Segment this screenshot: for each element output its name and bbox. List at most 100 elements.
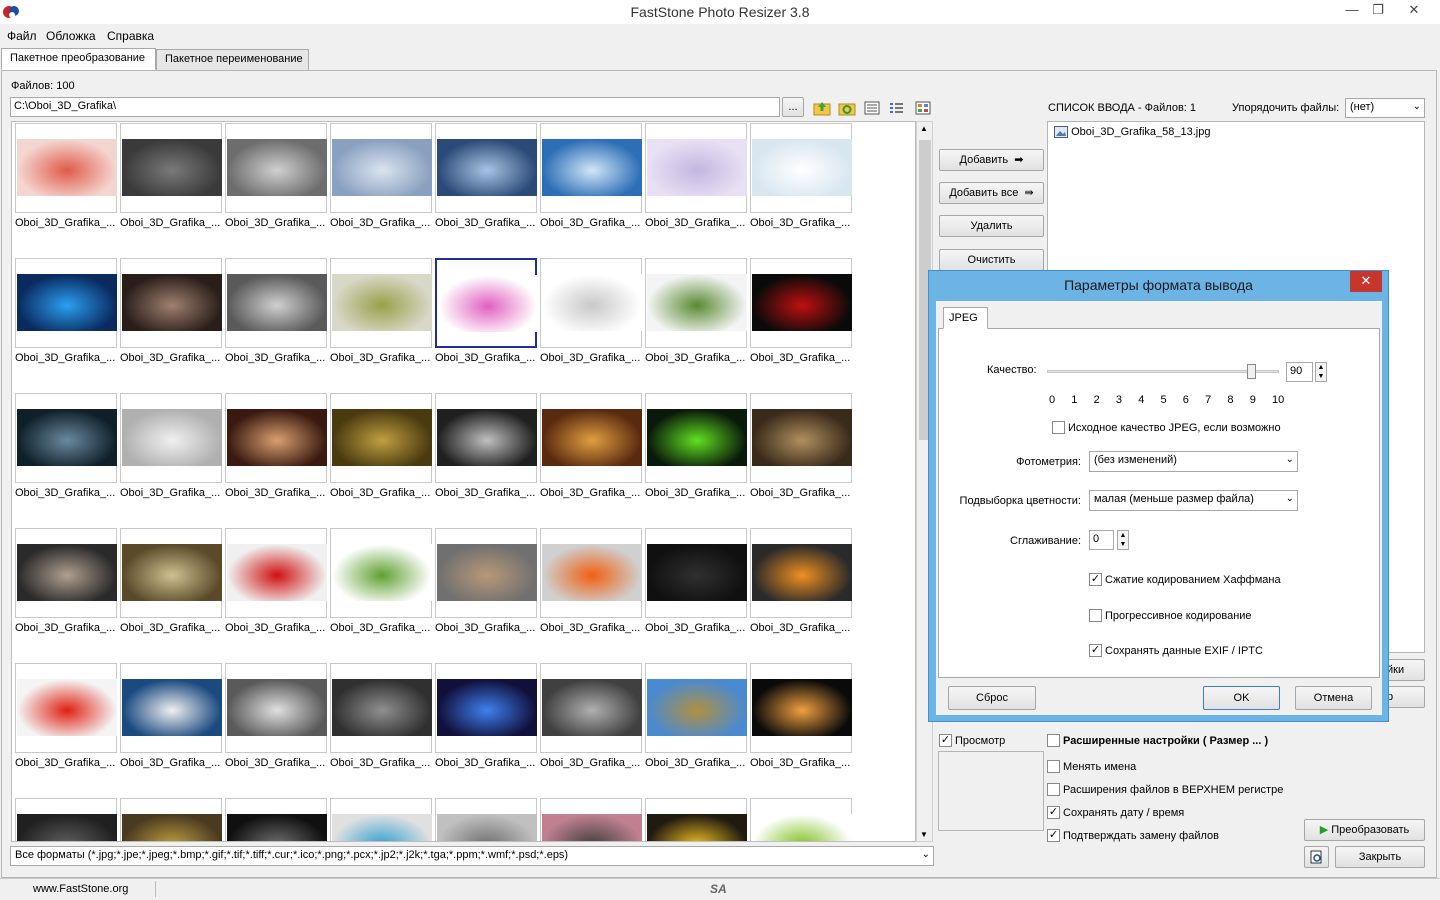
quality-scale-tick: 8 <box>1227 394 1234 406</box>
thumbnail-caption: Oboi_3D_Grafika_... <box>330 217 431 229</box>
thumbnail-image <box>332 679 432 736</box>
subsampling-label: Подвыборка цветности: <box>959 495 1081 507</box>
tab-jpeg[interactable]: JPEG <box>943 307 988 329</box>
reset-button[interactable]: Сброс <box>948 686 1036 710</box>
thumbnail-browser[interactable]: Oboi_3D_Grafika_... Oboi_3D_Grafika_... Ob… <box>11 121 916 842</box>
thumbnail-caption: Oboi_3D_Grafika_... <box>540 757 641 769</box>
quality-label: Качество: <box>987 364 1037 376</box>
thumbnail-frame <box>225 393 327 483</box>
rename-checkbox[interactable] <box>1047 760 1060 773</box>
huffman-checkbox[interactable]: ✓ <box>1089 573 1102 586</box>
menu-help[interactable]: Справка <box>107 29 154 43</box>
smoothing-input[interactable]: 0 <box>1089 530 1114 550</box>
photometry-select[interactable]: (без изменений) ⌄ <box>1089 451 1298 472</box>
keep-date-checkbox[interactable]: ✓ <box>1047 806 1060 819</box>
smoothing-spinner[interactable]: ▲ ▼ <box>1117 530 1129 550</box>
add-all-button[interactable]: Добавить все ⇛ <box>939 182 1044 204</box>
thumbnail-caption: Oboi_3D_Grafika_... <box>330 352 431 364</box>
photometry-value: (без изменений) <box>1094 454 1177 466</box>
thumbnail-image <box>332 139 432 196</box>
ok-button[interactable]: OK <box>1203 686 1280 710</box>
thumbnail-caption: Oboi_3D_Grafika_... <box>15 757 116 769</box>
refresh-folder-icon[interactable] <box>838 100 856 116</box>
dialog-body: JPEG Качество: 90 ▲ ▼ 0 1 2 3 4 5 6 7 8 9 10 Исходн… <box>936 301 1382 715</box>
thumbnail-image <box>17 274 117 331</box>
thumbnail-image <box>542 679 642 736</box>
dialog-close-icon[interactable]: ✕ <box>1350 271 1382 292</box>
exif-checkbox[interactable]: ✓ <box>1089 644 1102 657</box>
thumbnail-image <box>17 814 117 841</box>
thumbnail-caption: Oboi_3D_Grafika_... <box>750 487 851 499</box>
thumbnail-image <box>122 139 222 196</box>
uppercase-label: Расширения файлов в ВЕРХНЕМ регистре <box>1063 784 1284 796</box>
chevron-down-icon: ⌄ <box>1412 101 1421 112</box>
thumbnail-image <box>438 275 538 332</box>
menu-skin[interactable]: Обложка <box>46 29 96 43</box>
convert-button[interactable]: ▶ Преобразовать <box>1304 819 1425 841</box>
quality-scale-tick: 9 <box>1249 394 1256 406</box>
preview-box <box>938 751 1044 831</box>
preview-checkbox[interactable]: ✓ <box>939 734 952 747</box>
play-icon: ▶ <box>1319 824 1332 836</box>
close-main-button[interactable]: Закрыть <box>1335 846 1425 868</box>
thumbnail-frame <box>540 258 642 348</box>
output-format-dialog: Параметры формата вывода ✕ JPEG Качество… <box>928 270 1389 722</box>
thumbnail-caption: Oboi_3D_Grafika_... <box>540 487 641 499</box>
thumbnail-image <box>332 814 432 841</box>
thumbnail-frame <box>645 663 747 753</box>
file-filter-select[interactable]: Все форматы (*.jpg;*.jpe;*.jpeg;*.bmp;*.… <box>10 846 934 866</box>
tab-batch-rename[interactable]: Пакетное переименование <box>156 49 309 71</box>
thumbnail-caption: Oboi_3D_Grafika_... <box>435 622 536 634</box>
thumbnail-frame <box>540 393 642 483</box>
thumbnail-caption: Oboi_3D_Grafika_... <box>750 757 851 769</box>
thumbnail-image <box>122 814 222 841</box>
thumbnail-caption: Oboi_3D_Grafika_... <box>330 622 431 634</box>
advanced-label: Расширенные настройки ( Размер ... ) <box>1063 735 1269 747</box>
thumbnail-image <box>332 544 432 601</box>
remove-button[interactable]: Удалить <box>939 215 1044 237</box>
sort-label: Упорядочить файлы: <box>1232 102 1340 114</box>
cancel-button[interactable]: Отмена <box>1295 686 1372 710</box>
keep-date-label: Сохранять дату / время <box>1063 807 1185 819</box>
details-view-icon[interactable] <box>863 100 881 116</box>
thumbnail-frame <box>750 663 852 753</box>
list-item[interactable]: Oboi_3D_Grafika_58_13.jpg <box>1054 126 1211 139</box>
list-view-icon[interactable] <box>888 100 906 116</box>
thumbnail-image <box>122 274 222 331</box>
quality-slider-handle[interactable] <box>1247 364 1257 379</box>
quality-slider[interactable] <box>1047 364 1279 379</box>
arrow-right-icon: ➡ <box>1011 154 1024 166</box>
scroll-down-icon[interactable]: ▼ <box>920 830 928 839</box>
thumbnail-image <box>752 544 852 601</box>
thumbnail-image <box>122 679 222 736</box>
browse-button[interactable]: ... <box>782 97 804 117</box>
menu-file[interactable]: Файл <box>7 29 37 43</box>
confirm-checkbox[interactable]: ✓ <box>1047 829 1060 842</box>
clear-button[interactable]: Очистить <box>939 249 1044 271</box>
quality-spinner[interactable]: ▲ ▼ <box>1315 362 1327 382</box>
path-input[interactable]: C:\Oboi_3D_Grafika\ <box>10 97 780 117</box>
tab-batch-convert[interactable]: Пакетное преобразование <box>1 48 156 70</box>
thumbnail-frame <box>435 393 537 483</box>
thumbnail-view-icon[interactable] <box>914 100 932 116</box>
add-button[interactable]: Добавить ➡ <box>939 149 1044 171</box>
sort-select[interactable]: (нет) ⌄ <box>1345 98 1425 118</box>
subsampling-select[interactable]: малая (меньше размер файла) ⌄ <box>1089 490 1298 511</box>
advanced-checkbox[interactable] <box>1047 734 1060 747</box>
rename-label: Менять имена <box>1063 761 1137 773</box>
scroll-up-icon[interactable]: ▲ <box>920 124 928 133</box>
chevron-down-icon: ⌄ <box>921 849 930 860</box>
preview-zoom-button[interactable] <box>1304 846 1329 868</box>
original-quality-checkbox[interactable] <box>1052 421 1065 434</box>
quality-input[interactable]: 90 <box>1286 362 1313 382</box>
website-link[interactable]: www.FastStone.org <box>33 883 128 895</box>
progressive-label: Прогрессивное кодирование <box>1105 610 1252 622</box>
restore-button[interactable]: ❐ <box>1362 0 1394 22</box>
folder-up-icon[interactable] <box>813 100 831 116</box>
progressive-checkbox[interactable] <box>1089 609 1102 622</box>
uppercase-checkbox[interactable] <box>1047 783 1060 796</box>
thumbnail-image <box>227 139 327 196</box>
confirm-label: Подтверждать замену файлов <box>1063 830 1219 842</box>
thumbnail-caption: Oboi_3D_Grafika_... <box>645 352 746 364</box>
close-button[interactable]: ✕ <box>1398 0 1430 22</box>
